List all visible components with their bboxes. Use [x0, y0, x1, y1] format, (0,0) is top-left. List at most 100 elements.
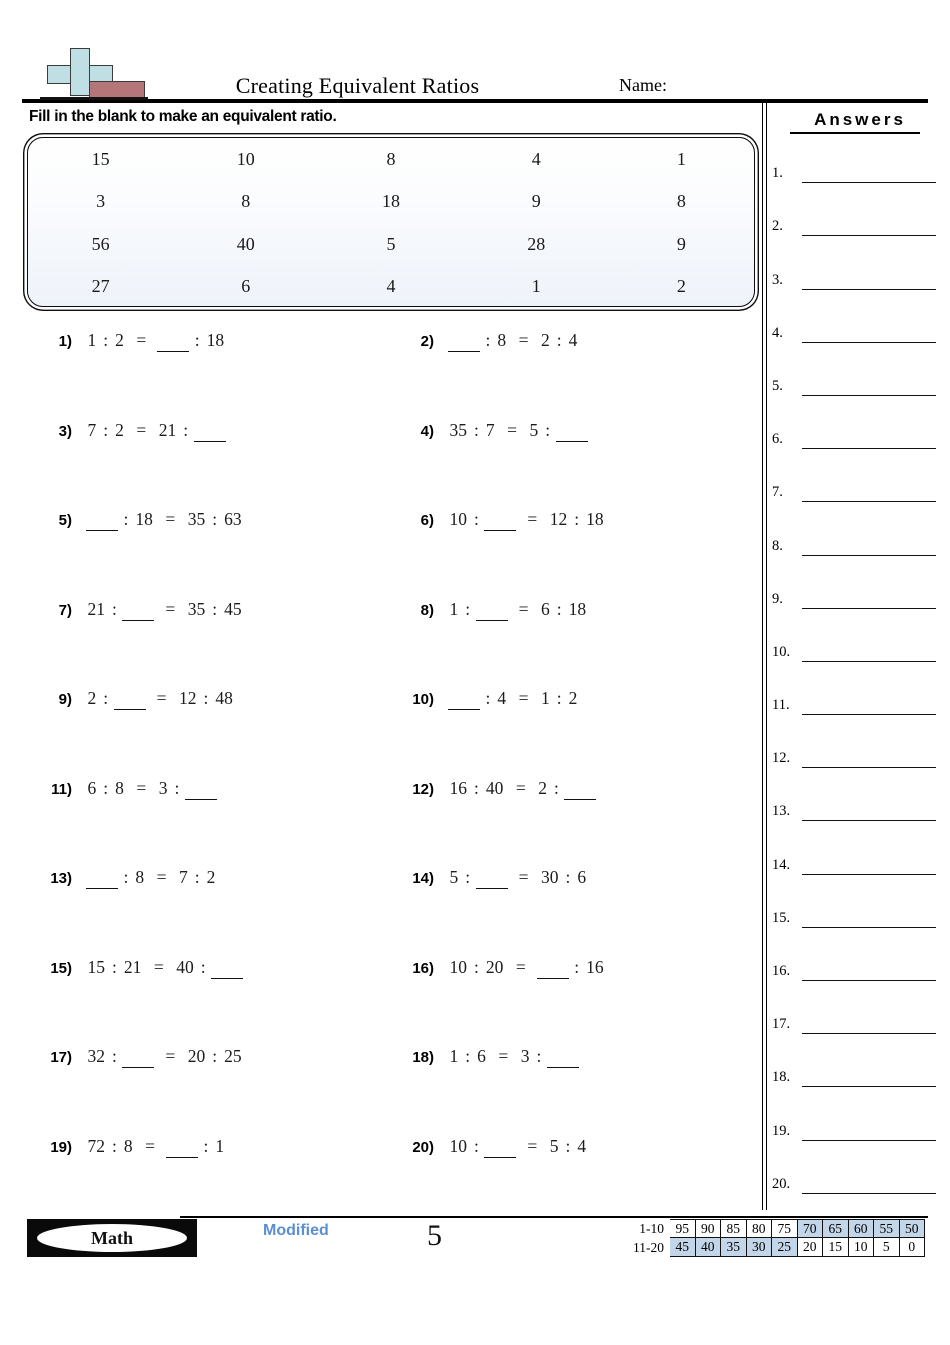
ratio-term: 35: [449, 419, 468, 440]
answer-number: 19.: [772, 1122, 791, 1139]
answer-write-line[interactable]: [802, 394, 936, 396]
answer-line-item[interactable]: 16.: [772, 932, 938, 985]
answer-bank-value: 4: [386, 276, 396, 297]
problem-expression: 32: = 20:25: [84, 1046, 245, 1068]
answer-write-line[interactable]: [802, 448, 936, 450]
answer-write-line[interactable]: [802, 288, 936, 290]
answer-line-item[interactable]: 6.: [772, 400, 938, 453]
answer-blank[interactable]: [448, 330, 480, 352]
ratio-term: 8: [115, 777, 124, 798]
answer-blank[interactable]: [211, 957, 244, 979]
equals-sign: =: [518, 867, 529, 887]
answer-blank[interactable]: [564, 778, 597, 800]
answer-blank[interactable]: [475, 599, 508, 621]
answer-write-line[interactable]: [802, 607, 936, 609]
answer-line-item[interactable]: 20.: [772, 1145, 938, 1198]
problem-expression: 1:2 = :18: [84, 330, 228, 352]
answer-line-item[interactable]: 4.: [772, 294, 938, 347]
answer-line-item[interactable]: 7.: [772, 453, 938, 506]
equals-sign: =: [156, 688, 167, 708]
answer-line-item[interactable]: 15.: [772, 879, 938, 932]
answer-blank[interactable]: [86, 867, 118, 889]
answer-blank[interactable]: [536, 957, 569, 979]
answer-line-item[interactable]: 11.: [772, 666, 938, 719]
score-cell: 25: [772, 1238, 798, 1257]
answer-number: 9.: [772, 590, 783, 607]
problem-number: 2): [420, 333, 434, 350]
answer-blank[interactable]: [193, 420, 226, 442]
math-logo-text: Math: [91, 1227, 133, 1248]
answer-blank[interactable]: [184, 778, 217, 800]
score-cell: 55: [874, 1219, 900, 1238]
answer-blank[interactable]: [166, 1136, 198, 1158]
answer-bank-value: 1: [676, 148, 686, 169]
answer-blank[interactable]: [86, 509, 118, 531]
answer-line-item[interactable]: 13.: [772, 772, 938, 825]
answer-line-item[interactable]: 1.: [772, 134, 938, 187]
answer-write-line[interactable]: [802, 235, 936, 237]
answer-write-line[interactable]: [802, 980, 936, 981]
answer-write-line[interactable]: [802, 926, 936, 928]
problem-item: 18) 1:6 = 3:: [400, 1046, 581, 1068]
answer-write-line[interactable]: [802, 182, 936, 184]
answer-blank[interactable]: [555, 420, 588, 442]
answer-blank[interactable]: [157, 330, 190, 352]
problem-expression: 16:40 = 2:: [446, 778, 598, 800]
answer-write-line[interactable]: [802, 660, 936, 662]
problem-item: 14) 5: = 30:6: [400, 867, 590, 889]
answer-blank[interactable]: [546, 1046, 579, 1068]
problem-expression: 7:2 = 21:: [84, 420, 228, 442]
answer-write-line[interactable]: [802, 501, 936, 503]
ratio-term: 21: [87, 598, 106, 619]
answer-write-line[interactable]: [802, 554, 936, 556]
ratio-term: 8: [123, 1135, 133, 1156]
answer-line-item[interactable]: 17.: [772, 985, 938, 1038]
ratio-colon: :: [556, 688, 562, 708]
answer-write-line[interactable]: [802, 1139, 936, 1141]
answer-line-item[interactable]: 14.: [772, 825, 938, 878]
answer-write-line[interactable]: [802, 767, 936, 769]
problem-expression: 35:7 = 5:: [446, 420, 590, 442]
answer-line-item[interactable]: 19.: [772, 1091, 938, 1144]
answer-blank[interactable]: [122, 1046, 155, 1068]
answer-blank[interactable]: [448, 688, 480, 710]
answer-write-line[interactable]: [802, 1033, 936, 1035]
problem-expression: :8 = 7:2: [84, 867, 219, 889]
answer-line-item[interactable]: 5.: [772, 347, 938, 400]
answer-line-item[interactable]: 2.: [772, 187, 938, 240]
answer-write-line[interactable]: [802, 1086, 936, 1088]
problem-number: 6): [420, 512, 434, 529]
equals-sign: =: [156, 867, 167, 887]
ratio-term: 45: [224, 598, 242, 619]
answer-write-line[interactable]: [802, 1192, 936, 1194]
ratio-colon: :: [194, 330, 200, 350]
ratio-term: 1: [87, 330, 97, 350]
answer-blank[interactable]: [475, 867, 508, 889]
answer-blank[interactable]: [484, 1136, 517, 1158]
answer-line-item[interactable]: 3.: [772, 240, 938, 293]
problem-item: 20) 10: = 5:4: [400, 1136, 590, 1158]
ratio-term: 40: [176, 956, 194, 977]
ratio-term: 18: [568, 598, 587, 619]
score-cell: 5: [874, 1238, 900, 1257]
answer-line-item[interactable]: 18.: [772, 1038, 938, 1091]
problem-row: 17) 32: = 20:25 18) 1:6 = 3:: [0, 1046, 750, 1136]
answer-bank-value: 1: [531, 276, 541, 297]
ratio-colon: :: [474, 1135, 479, 1156]
ratio-colon: :: [203, 1135, 209, 1156]
answer-write-line[interactable]: [802, 714, 936, 716]
answer-number: 14.: [772, 856, 791, 873]
answer-line-item[interactable]: 12.: [772, 719, 938, 772]
answer-write-line[interactable]: [802, 820, 936, 822]
answer-write-line[interactable]: [802, 341, 936, 343]
problem-row: 7) 21: = 35:45 8) 1: = 6:18: [0, 599, 750, 689]
answer-blank[interactable]: [113, 688, 146, 710]
ratio-term: 12: [179, 688, 197, 708]
answer-line-item[interactable]: 8.: [772, 506, 938, 559]
problem-expression: 72:8 = :1: [84, 1136, 228, 1158]
answer-blank[interactable]: [484, 509, 517, 531]
answer-line-item[interactable]: 10.: [772, 613, 938, 666]
answer-blank[interactable]: [122, 599, 155, 621]
answer-write-line[interactable]: [802, 873, 936, 875]
answer-line-item[interactable]: 9.: [772, 560, 938, 613]
